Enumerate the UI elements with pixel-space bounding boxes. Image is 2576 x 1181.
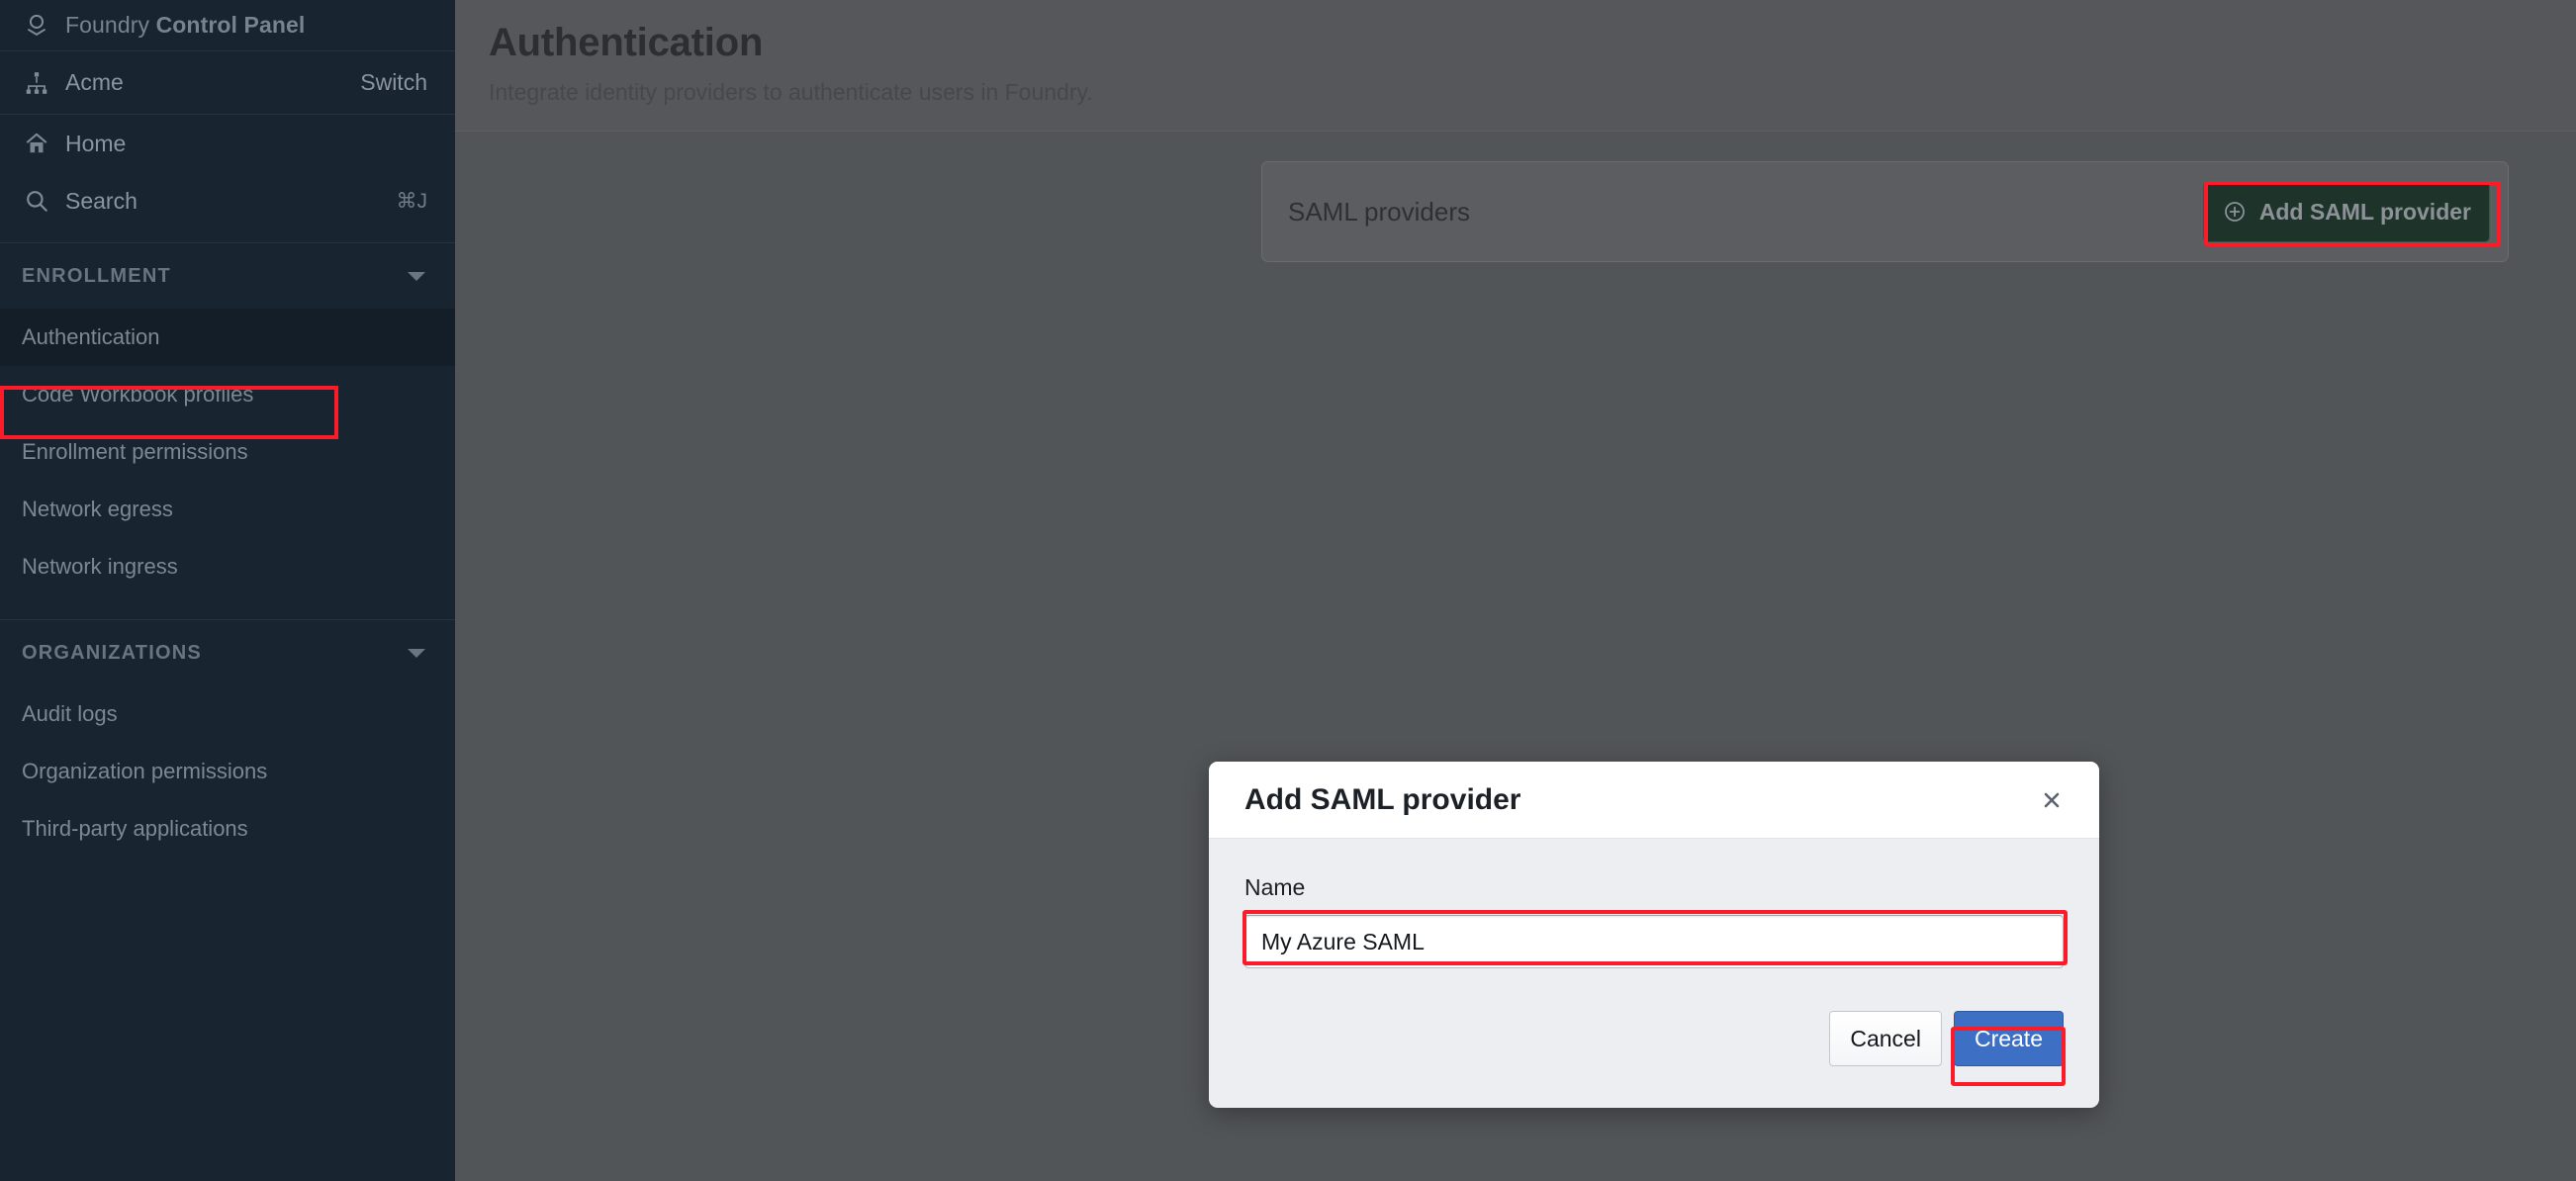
sidebar-item-authentication[interactable]: Authentication <box>0 309 455 366</box>
sidebar-item-enrollment-permissions[interactable]: Enrollment permissions <box>0 423 455 481</box>
plus-circle-icon <box>2222 199 2248 225</box>
name-field-label: Name <box>1244 874 1306 900</box>
sidebar-item-network-egress-label: Network egress <box>22 497 173 521</box>
page-title: Authentication <box>489 21 764 64</box>
sidebar-item-organization-permissions[interactable]: Organization permissions <box>0 743 455 800</box>
add-saml-provider-label: Add SAML provider <box>2258 198 2471 225</box>
name-input-value: My Azure SAML <box>1261 928 1425 954</box>
sidebar-item-network-ingress-label: Network ingress <box>22 554 178 579</box>
chevron-down-icon-2[interactable] <box>408 648 425 658</box>
org-name: Acme <box>65 69 124 95</box>
sidebar-item-search[interactable]: Search ⌘J <box>0 172 455 229</box>
sidebar-item-authentication-label: Authentication <box>22 324 160 349</box>
sidebar-section-organizations-label: ORGANIZATIONS <box>22 641 202 664</box>
cancel-button[interactable]: Cancel <box>1829 1011 1942 1066</box>
org-hierarchy-icon <box>22 68 51 98</box>
sidebar-item-code-workbook-profiles[interactable]: Code Workbook profiles <box>0 366 455 423</box>
add-saml-provider-dialog: Add SAML provider Name My Azure SAML Can… <box>1209 762 2099 1108</box>
sidebar-item-audit-logs[interactable]: Audit logs <box>0 685 455 743</box>
page-header: Authentication Integrate identity provid… <box>455 0 2576 132</box>
search-icon <box>22 186 51 216</box>
foundry-logo-icon <box>22 11 51 41</box>
close-icon[interactable] <box>2030 778 2073 822</box>
sidebar-item-code-workbook-profiles-label: Code Workbook profiles <box>22 382 254 407</box>
sidebar-item-enrollment-permissions-label: Enrollment permissions <box>22 439 248 464</box>
app-root: Foundry Control Panel Acme Switch Home S… <box>0 0 2576 1181</box>
org-row[interactable]: Acme Switch <box>0 51 455 115</box>
create-button[interactable]: Create <box>1953 1011 2064 1066</box>
name-input[interactable]: My Azure SAML <box>1244 915 2064 968</box>
sidebar-item-home-label: Home <box>65 130 127 156</box>
sidebar-item-organization-permissions-label: Organization permissions <box>22 759 268 783</box>
sidebar-item-audit-logs-label: Audit logs <box>22 701 118 726</box>
search-shortcut: ⌘J <box>396 189 428 213</box>
brand-header[interactable]: Foundry Control Panel <box>0 0 455 51</box>
sidebar-section-organizations[interactable]: ORGANIZATIONS <box>0 620 455 685</box>
brand-title-prefix: Foundry <box>65 12 156 38</box>
sidebar-item-home[interactable]: Home <box>0 115 455 172</box>
dialog-header: Add SAML provider <box>1209 762 2099 839</box>
sidebar-section-enrollment[interactable]: ENROLLMENT <box>0 243 455 309</box>
page-subtitle: Integrate identity providers to authenti… <box>489 79 1093 105</box>
sidebar-item-third-party-applications-label: Third-party applications <box>22 816 248 841</box>
dialog-footer: Cancel Create <box>1829 1011 2064 1066</box>
dialog-body: Name My Azure SAML <box>1209 839 2099 968</box>
brand-title-bold: Control Panel <box>155 12 306 38</box>
chevron-down-icon[interactable] <box>408 271 425 281</box>
dialog-title: Add SAML provider <box>1244 782 1521 816</box>
brand-title: Foundry Control Panel <box>65 12 305 39</box>
sidebar: Foundry Control Panel Acme Switch Home S… <box>0 0 455 1181</box>
sidebar-item-third-party-applications[interactable]: Third-party applications <box>0 800 455 858</box>
sidebar-item-network-ingress[interactable]: Network ingress <box>0 538 455 595</box>
sidebar-item-network-egress[interactable]: Network egress <box>0 481 455 538</box>
add-saml-provider-button[interactable]: Add SAML provider <box>2202 181 2490 242</box>
sidebar-item-search-label: Search <box>65 187 138 214</box>
sidebar-section-enrollment-label: ENROLLMENT <box>22 264 171 287</box>
saml-providers-card: SAML providers Add SAML provider <box>1261 161 2509 262</box>
home-icon <box>22 129 51 158</box>
saml-providers-title: SAML providers <box>1288 196 1470 227</box>
org-switch-link[interactable]: Switch <box>360 69 427 96</box>
